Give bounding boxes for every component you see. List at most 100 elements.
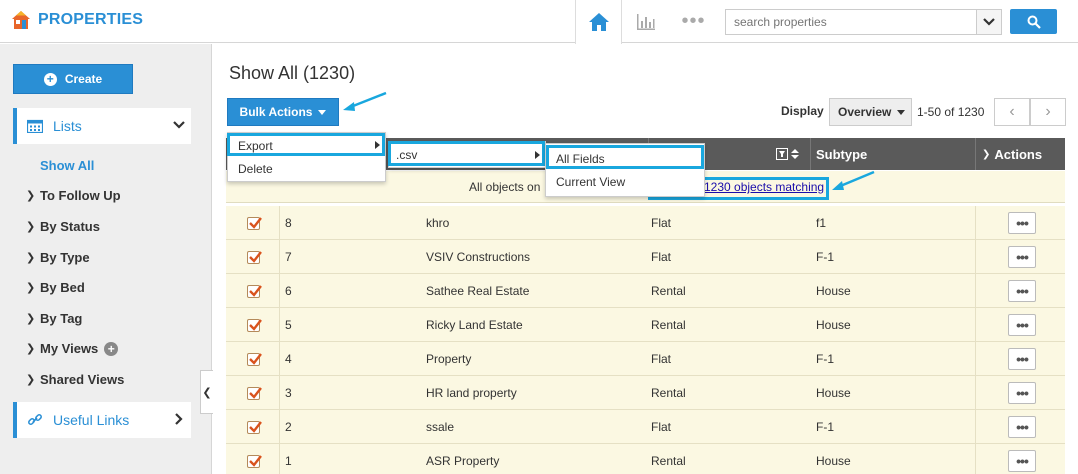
filter-icon xyxy=(776,148,788,160)
create-button[interactable]: + Create xyxy=(13,64,133,94)
cell-name[interactable]: khro xyxy=(426,216,449,230)
checkmark-icon xyxy=(249,217,262,229)
sidebar-item-by-bed[interactable]: ❯ By Bed xyxy=(26,280,85,295)
column-divider xyxy=(975,308,976,342)
house-logo-icon xyxy=(12,11,30,29)
row-actions-button[interactable]: ••• xyxy=(1008,382,1036,404)
row-actions-button[interactable]: ••• xyxy=(1008,280,1036,302)
chevron-right-icon: ❯ xyxy=(26,252,36,264)
cell-name[interactable]: ssale xyxy=(426,420,454,434)
sidebar-item-by-type[interactable]: ❯ By Type xyxy=(26,250,90,265)
column-divider xyxy=(279,206,280,240)
lists-panel-header[interactable]: Lists xyxy=(13,108,191,144)
checkmark-icon xyxy=(249,251,262,263)
app-title: PROPERTIES xyxy=(38,11,144,28)
cell-name[interactable]: ASR Property xyxy=(426,454,499,468)
checkmark-icon xyxy=(249,353,262,365)
more-icon: ••• xyxy=(1016,215,1029,231)
filter-sort-icons[interactable] xyxy=(776,138,800,170)
sort-icon xyxy=(791,149,799,159)
row-actions-button[interactable]: ••• xyxy=(1008,212,1036,234)
checkmark-icon xyxy=(249,285,262,297)
menu-item-csv[interactable]: .csv xyxy=(389,143,545,166)
add-view-icon[interactable]: + xyxy=(104,341,119,356)
collapse-sidebar-toggle[interactable]: ❮ xyxy=(200,370,213,414)
caret-down-icon xyxy=(318,109,327,115)
column-divider xyxy=(975,342,976,376)
sidebar-item-by-tag[interactable]: ❯ By Tag xyxy=(26,311,82,326)
row-checkbox[interactable] xyxy=(247,319,262,332)
bulk-actions-button[interactable]: Bulk Actions xyxy=(227,98,339,126)
more-nav-tab[interactable]: ••• xyxy=(670,0,717,43)
menu-item-current-view[interactable]: Current View xyxy=(546,170,704,193)
prev-page-button[interactable]: ‹ xyxy=(994,98,1030,126)
table-row[interactable]: 7 VSIV Constructions Flat F-1 ••• xyxy=(226,240,1065,274)
row-checkbox[interactable] xyxy=(247,285,262,298)
search-input[interactable] xyxy=(725,9,977,35)
menu-item-delete[interactable]: Delete xyxy=(228,157,385,180)
row-checkbox[interactable] xyxy=(247,455,262,468)
row-actions-button[interactable]: ••• xyxy=(1008,348,1036,370)
sidebar-item-to-follow-up[interactable]: ❯ To Follow Up xyxy=(26,188,121,203)
chevron-right-icon: ❯ xyxy=(26,190,36,202)
row-actions-button[interactable]: ••• xyxy=(1008,246,1036,268)
more-icon: ••• xyxy=(1016,317,1029,333)
table-row[interactable]: 2 ssale Flat F-1 ••• xyxy=(226,410,1065,444)
table-row[interactable]: 6 Sathee Real Estate Rental House ••• xyxy=(226,274,1065,308)
cell-id: 4 xyxy=(285,352,292,366)
row-checkbox[interactable] xyxy=(247,387,262,400)
more-icon: ••• xyxy=(1016,249,1029,265)
row-checkbox[interactable] xyxy=(247,251,262,264)
table-row[interactable]: 4 Property Flat F-1 ••• xyxy=(226,342,1065,376)
select-all-matching-link[interactable]: 1230 objects matching xyxy=(704,180,824,194)
row-actions-button[interactable]: ••• xyxy=(1008,314,1036,336)
menu-item-label: Export xyxy=(238,138,273,153)
notice-text: All objects on xyxy=(469,180,541,194)
calendar-icon xyxy=(27,119,43,133)
column-divider xyxy=(975,240,976,274)
display-select[interactable]: Overview xyxy=(829,98,912,126)
column-divider xyxy=(975,274,976,308)
cell-id: 1 xyxy=(285,454,292,468)
useful-links-panel-header[interactable]: Useful Links xyxy=(13,402,191,438)
cell-id: 3 xyxy=(285,386,292,400)
column-divider xyxy=(279,444,280,474)
column-header-subtype[interactable]: Subtype xyxy=(816,138,867,170)
row-actions-button[interactable]: ••• xyxy=(1008,416,1036,438)
cell-name[interactable]: Sathee Real Estate xyxy=(426,284,529,298)
sidebar-item-show-all[interactable]: Show All xyxy=(40,158,94,173)
cell-id: 6 xyxy=(285,284,292,298)
cell-name[interactable]: Ricky Land Estate xyxy=(426,318,523,332)
chart-nav-tab[interactable] xyxy=(622,0,669,43)
create-label: Create xyxy=(64,72,103,86)
cell-name[interactable]: Property xyxy=(426,352,471,366)
row-actions-button[interactable]: ••• xyxy=(1008,450,1036,472)
menu-item-all-fields[interactable]: All Fields xyxy=(546,147,704,170)
search-button[interactable] xyxy=(1010,9,1057,34)
cell-name[interactable]: HR land property xyxy=(426,386,517,400)
sidebar-item-my-views[interactable]: ❯ My Views + xyxy=(26,341,119,356)
row-checkbox[interactable] xyxy=(247,353,262,366)
sidebar-item-by-status[interactable]: ❯ By Status xyxy=(26,219,100,234)
sidebar-item-shared-views[interactable]: ❯ Shared Views xyxy=(26,372,124,387)
table-row[interactable]: 5 Ricky Land Estate Rental House ••• xyxy=(226,308,1065,342)
home-nav-tab[interactable] xyxy=(575,0,622,44)
table-row[interactable]: 8 khro Flat f1 ••• xyxy=(226,206,1065,240)
menu-item-export[interactable]: Export xyxy=(228,134,385,157)
menu-item-label: Delete xyxy=(238,161,273,176)
more-icon: ••• xyxy=(1016,283,1029,299)
next-page-button[interactable]: › xyxy=(1030,98,1066,126)
checkmark-icon xyxy=(249,455,262,467)
column-divider xyxy=(279,410,280,444)
search-scope-dropdown[interactable] xyxy=(976,9,1002,35)
table-row[interactable]: 3 HR land property Rental House ••• xyxy=(226,376,1065,410)
useful-links-label: Useful Links xyxy=(53,412,130,428)
caret-down-icon xyxy=(897,110,905,115)
row-checkbox[interactable] xyxy=(247,421,262,434)
table-row[interactable]: 1 ASR Property Rental House ••• xyxy=(226,444,1065,474)
column-header-actions[interactable]: ❯ Actions xyxy=(982,138,1042,170)
checkmark-icon xyxy=(249,421,262,433)
cell-name[interactable]: VSIV Constructions xyxy=(426,250,530,264)
more-icon: ••• xyxy=(681,10,706,32)
row-checkbox[interactable] xyxy=(247,217,262,230)
